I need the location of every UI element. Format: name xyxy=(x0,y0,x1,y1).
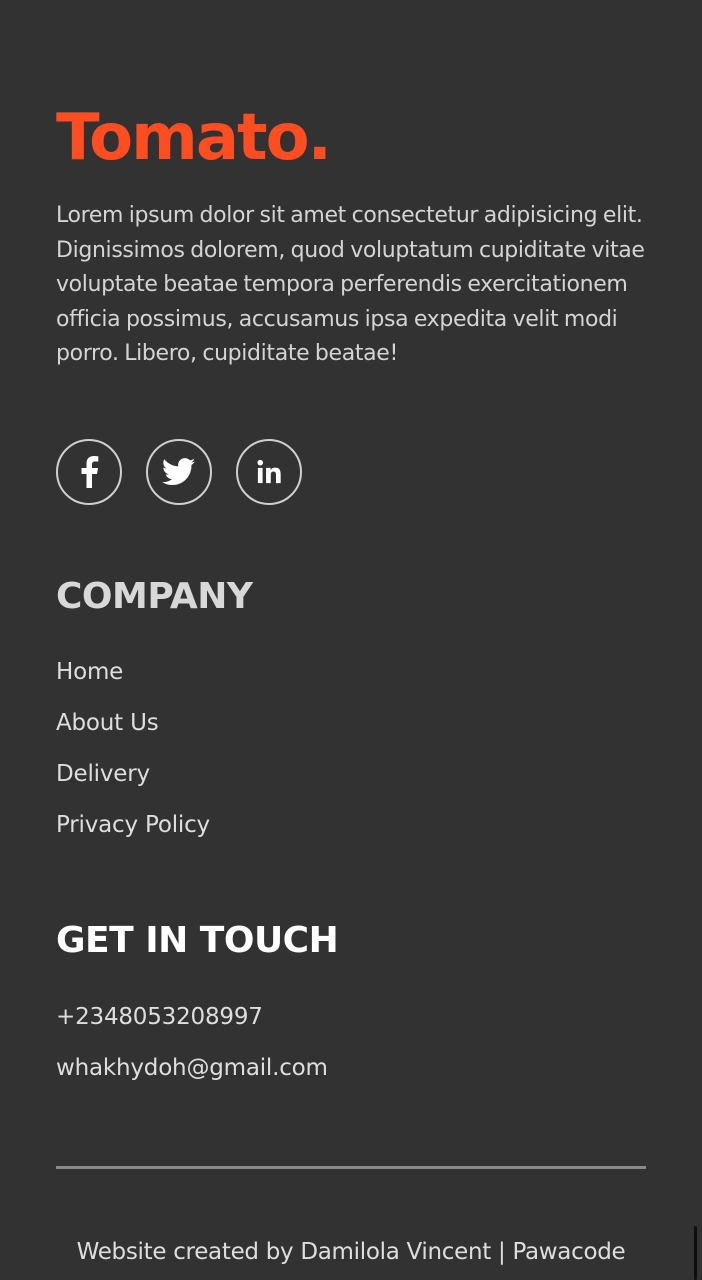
get-in-touch-heading: GET IN TOUCH xyxy=(56,920,339,961)
page-scrollbar[interactable] xyxy=(694,1226,697,1280)
footer-link-about-us[interactable]: About Us xyxy=(56,706,210,740)
copyright-text: Website created by Damilola Vincent | Pa… xyxy=(76,1239,626,1265)
social-links xyxy=(56,439,326,505)
linkedin-icon xyxy=(257,459,281,484)
contact-phone: +2348053208997 xyxy=(56,1004,263,1030)
facebook-button[interactable] xyxy=(56,439,122,505)
twitter-button[interactable] xyxy=(146,439,212,505)
facebook-icon xyxy=(81,456,99,488)
site-footer: Tomato. Lorem ipsum dolor sit amet conse… xyxy=(0,0,702,1280)
footer-link-delivery[interactable]: Delivery xyxy=(56,757,210,791)
footer-divider xyxy=(56,1166,646,1169)
contact-email: whakhydoh@gmail.com xyxy=(56,1055,328,1081)
linkedin-button[interactable] xyxy=(236,439,302,505)
footer-link-privacy-policy[interactable]: Privacy Policy xyxy=(56,808,210,842)
contact-list: +2348053208997 whakhydoh@gmail.com xyxy=(56,1000,328,1102)
company-links: Home About Us Delivery Privacy Policy xyxy=(56,655,210,859)
footer-description: Lorem ipsum dolor sit amet consectetur a… xyxy=(56,203,645,367)
company-heading: COMPANY xyxy=(56,576,253,617)
footer-link-home[interactable]: Home xyxy=(56,655,210,689)
twitter-icon xyxy=(162,458,196,486)
logo[interactable]: Tomato. xyxy=(56,96,332,180)
